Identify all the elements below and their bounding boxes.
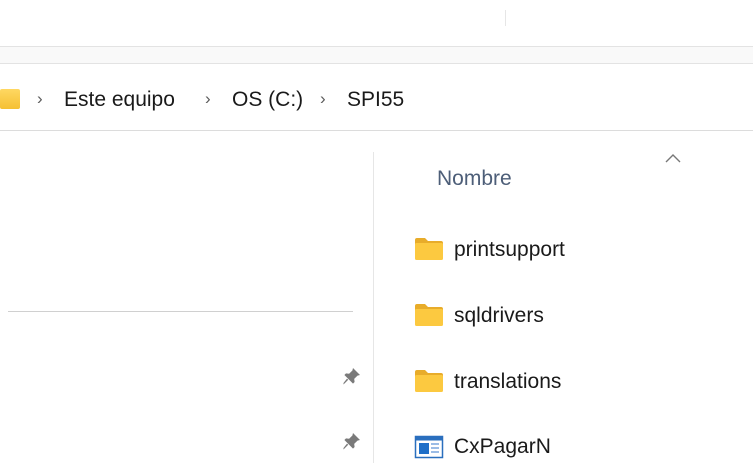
folder-icon (415, 238, 443, 260)
breadcrumb-os-c[interactable]: OS (C:) (232, 87, 303, 113)
nav-separator (8, 311, 353, 312)
navigation-pane (0, 131, 373, 463)
file-name: sqldrivers (454, 304, 544, 327)
chevron-right-icon[interactable]: › (37, 88, 43, 110)
chevron-up-icon[interactable] (664, 152, 682, 164)
application-icon (414, 435, 444, 459)
pin-icon[interactable] (342, 366, 362, 386)
folder-icon (0, 89, 20, 109)
command-bar (0, 0, 753, 47)
file-name: translations (454, 370, 562, 393)
file-row-sqldrivers[interactable]: sqldrivers (414, 303, 744, 333)
file-list (374, 131, 753, 463)
toolbar-band (0, 47, 753, 64)
column-header-name[interactable]: Nombre (437, 166, 512, 192)
file-row-printsupport[interactable]: printsupport (414, 237, 744, 267)
toolbar-divider (505, 10, 506, 26)
breadcrumb-este-equipo[interactable]: Este equipo (64, 87, 175, 113)
pin-icon[interactable] (342, 431, 362, 451)
file-name: printsupport (454, 238, 565, 261)
folder-icon (415, 304, 443, 326)
file-name: CxPagarN (454, 435, 551, 458)
breadcrumb-spi55[interactable]: SPI55 (347, 87, 404, 113)
chevron-right-icon[interactable]: › (320, 88, 326, 110)
file-row-translations[interactable]: translations (414, 369, 744, 399)
file-row-cxpagarn[interactable]: CxPagarN (414, 434, 744, 464)
chevron-right-icon[interactable]: › (205, 88, 211, 110)
folder-icon (415, 370, 443, 392)
